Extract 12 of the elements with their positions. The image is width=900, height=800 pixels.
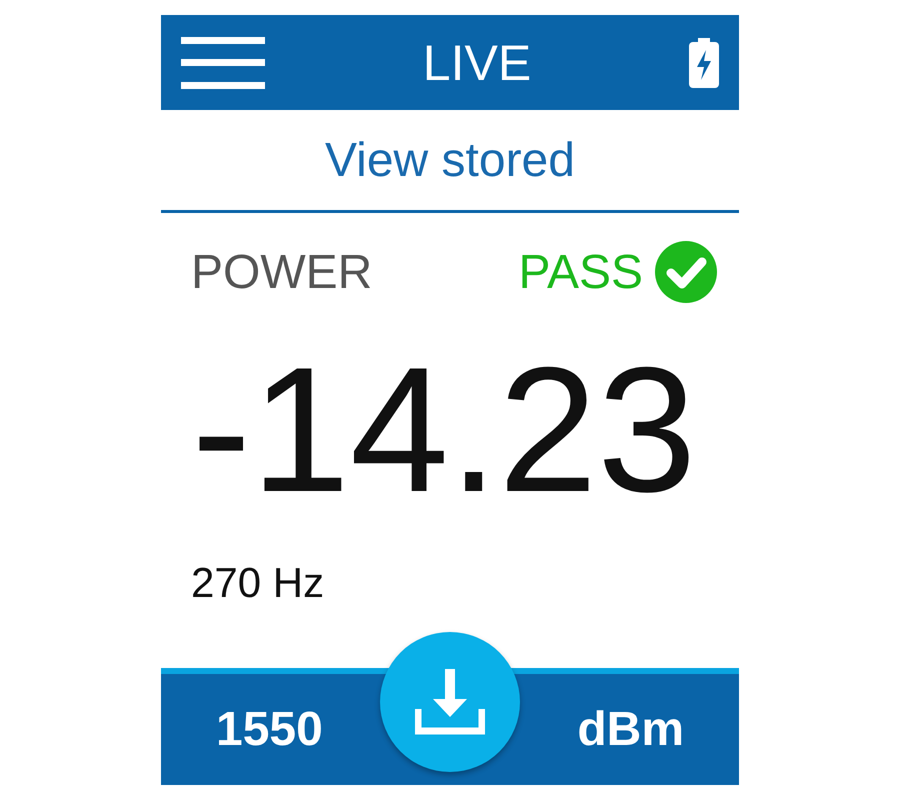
status-text: PASS (518, 244, 643, 300)
frequency-reading: 270 Hz (191, 559, 326, 607)
battery-charging-icon (689, 38, 719, 88)
measurement-label: POWER (191, 244, 372, 300)
check-circle-icon (655, 241, 717, 303)
power-reading: -14.23 (190, 341, 698, 519)
wavelength-value: 1550 (216, 702, 323, 757)
view-stored-link[interactable]: View stored (325, 132, 575, 188)
screen-title: LIVE (422, 34, 532, 92)
menu-icon[interactable] (181, 36, 265, 88)
download-icon (415, 669, 485, 735)
unit-label: dBm (577, 702, 684, 757)
